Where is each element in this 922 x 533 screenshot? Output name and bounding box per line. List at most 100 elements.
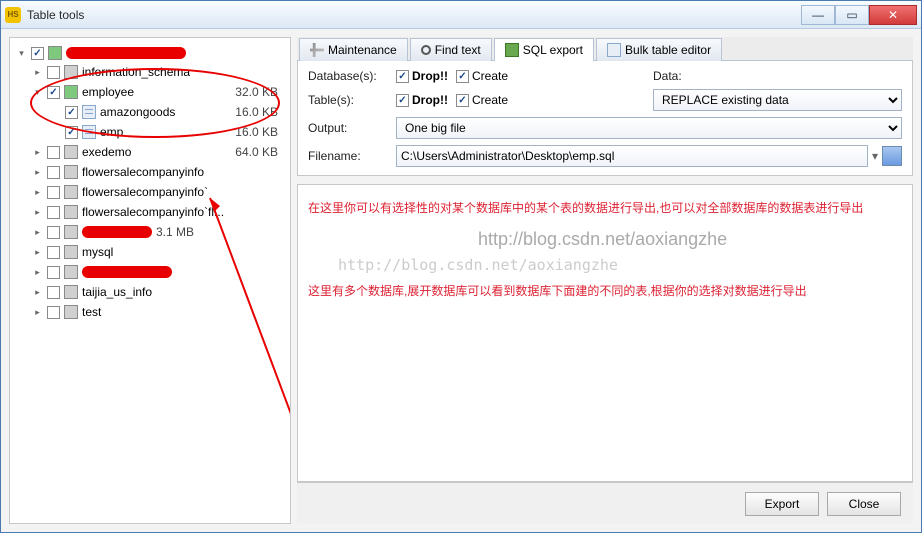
bulk-icon	[607, 43, 621, 57]
maximize-button[interactable]: ▭	[835, 5, 869, 25]
redacted-label	[66, 47, 186, 59]
expander-icon[interactable]: ▸	[32, 227, 43, 238]
label-filename: Filename:	[308, 149, 388, 163]
tree-checkbox[interactable]	[47, 266, 60, 279]
output-select[interactable]: One big file	[396, 117, 902, 139]
expander-icon[interactable]: ▾	[32, 87, 43, 98]
database-icon	[64, 305, 78, 319]
tree-db-item[interactable]: ▸ flowersalecompanyinfo	[14, 162, 286, 182]
find-icon	[421, 45, 431, 55]
root-checkbox[interactable]	[31, 47, 44, 60]
minimize-button[interactable]: —	[801, 5, 835, 25]
expander-icon[interactable]: ▸	[32, 307, 43, 318]
database-tree[interactable]: ▾ ▸information_schema ▾ employee 32.0 KB ama…	[9, 37, 291, 524]
table-icon	[82, 125, 96, 139]
label-tables: Table(s):	[308, 93, 388, 107]
dialog-footer: Export Close	[297, 482, 913, 524]
tree-checkbox[interactable]	[47, 86, 60, 99]
expander-icon[interactable]: ▸	[32, 147, 43, 158]
expander-icon[interactable]: ▸	[32, 187, 43, 198]
tree-size: 3.1 MB	[156, 225, 200, 239]
expander-icon[interactable]	[50, 127, 61, 138]
sql-icon	[505, 43, 519, 57]
tree-db-item[interactable]: ▾ employee 32.0 KB	[14, 82, 286, 102]
close-button[interactable]: Close	[827, 492, 901, 516]
redacted-label	[82, 226, 152, 238]
expander-icon[interactable]: ▸	[32, 267, 43, 278]
watermark-2: http://blog.csdn.net/aoxiangzhe	[338, 253, 618, 277]
tree-db-item[interactable]: ▸ flowersalecompanyinfo`	[14, 182, 286, 202]
filename-input[interactable]	[396, 145, 868, 167]
database-icon	[64, 265, 78, 279]
tree-size: 32.0 KB	[235, 85, 284, 99]
database-icon	[64, 225, 78, 239]
label-output: Output:	[308, 121, 388, 135]
tree-checkbox[interactable]	[47, 146, 60, 159]
tree-checkbox[interactable]	[65, 126, 78, 139]
tree-db-item[interactable]: ▸ mysql	[14, 242, 286, 262]
export-button[interactable]: Export	[745, 492, 819, 516]
tree-checkbox[interactable]	[47, 166, 60, 179]
tree-label: employee	[82, 85, 231, 99]
expander-icon[interactable]	[50, 107, 61, 118]
label-databases: Database(s):	[308, 69, 388, 83]
close-window-button[interactable]: ✕	[869, 5, 917, 25]
tree-db-item[interactable]: ▸ 3.1 MB	[14, 222, 286, 242]
tree-label: flowersalecompanyinfo	[82, 165, 274, 179]
expander-icon[interactable]: ▸	[32, 167, 43, 178]
tree-db-item[interactable]: ▸ exedemo 64.0 KB	[14, 142, 286, 162]
tree-db-item[interactable]: ▸ flowersalecompanyinfo`fl...	[14, 202, 286, 222]
tree-label: flowersalecompanyinfo`	[82, 185, 274, 199]
db-create-checkbox[interactable]: Create	[456, 69, 508, 83]
tree-db-item[interactable]: ▸information_schema	[14, 62, 286, 82]
label-data: Data:	[653, 69, 902, 83]
tree-label: amazongoods	[100, 105, 231, 119]
server-icon	[48, 46, 62, 60]
tree-checkbox[interactable]	[47, 246, 60, 259]
export-form: Database(s): Drop!! Create Data: Table(s…	[297, 61, 913, 176]
tree-size: 16.0 KB	[235, 105, 284, 119]
database-icon	[64, 165, 78, 179]
tree-label: mysql	[82, 245, 274, 259]
titlebar[interactable]: HS Table tools — ▭ ✕	[1, 1, 921, 29]
expander-icon[interactable]: ▸	[32, 207, 43, 218]
tree-db-item[interactable]: ▸	[14, 262, 286, 282]
save-icon[interactable]	[882, 146, 902, 166]
tab-bulk-editor[interactable]: Bulk table editor	[596, 38, 722, 61]
tree-db-item[interactable]: ▸ test	[14, 302, 286, 322]
redacted-label	[82, 266, 172, 278]
annotation-note-2: 这里有多个数据库,展开数据库可以看到数据库下面建的不同的表,根据你的选择对数据进…	[308, 282, 902, 301]
tree-size: 64.0 KB	[235, 145, 284, 159]
tab-find-text[interactable]: Find text	[410, 38, 492, 61]
tree-label: exedemo	[82, 145, 231, 159]
expander-icon[interactable]: ▸	[32, 67, 43, 78]
expander-icon[interactable]: ▸	[32, 287, 43, 298]
tree-label: taijia_us_info	[82, 285, 274, 299]
data-mode-select[interactable]: REPLACE existing data	[653, 89, 902, 111]
db-drop-checkbox[interactable]: Drop!!	[396, 69, 448, 83]
tree-label: test	[82, 305, 274, 319]
database-icon	[64, 285, 78, 299]
tree-checkbox[interactable]	[47, 286, 60, 299]
tbl-drop-checkbox[interactable]: Drop!!	[396, 93, 448, 107]
tree-checkbox[interactable]	[65, 106, 78, 119]
tbl-create-checkbox[interactable]: Create	[456, 93, 508, 107]
tree-table-item[interactable]: emp16.0 KB	[14, 122, 286, 142]
expander-icon[interactable]: ▾	[16, 48, 27, 59]
tree-checkbox[interactable]	[47, 306, 60, 319]
tab-maintenance[interactable]: Maintenance	[299, 38, 408, 61]
tree-checkbox[interactable]	[47, 186, 60, 199]
tab-sql-export[interactable]: SQL export	[494, 38, 594, 61]
tree-checkbox[interactable]	[47, 206, 60, 219]
tree-label: emp	[100, 125, 231, 139]
tree-checkbox[interactable]	[47, 226, 60, 239]
tree-label: flowersalecompanyinfo`fl...	[82, 205, 274, 219]
database-icon	[64, 85, 78, 99]
tree-table-item[interactable]: amazongoods 16.0 KB	[14, 102, 286, 122]
tree-checkbox[interactable]	[47, 66, 60, 79]
preview-area[interactable]: 在这里你可以有选择性的对某个数据库中的某个表的数据进行导出,也可以对全部数据库的…	[297, 184, 913, 482]
tree-root[interactable]: ▾	[14, 44, 286, 62]
tree-db-item[interactable]: ▸ taijia_us_info	[14, 282, 286, 302]
annotation-note-1: 在这里你可以有选择性的对某个数据库中的某个表的数据进行导出,也可以对全部数据库的…	[308, 199, 902, 218]
expander-icon[interactable]: ▸	[32, 247, 43, 258]
